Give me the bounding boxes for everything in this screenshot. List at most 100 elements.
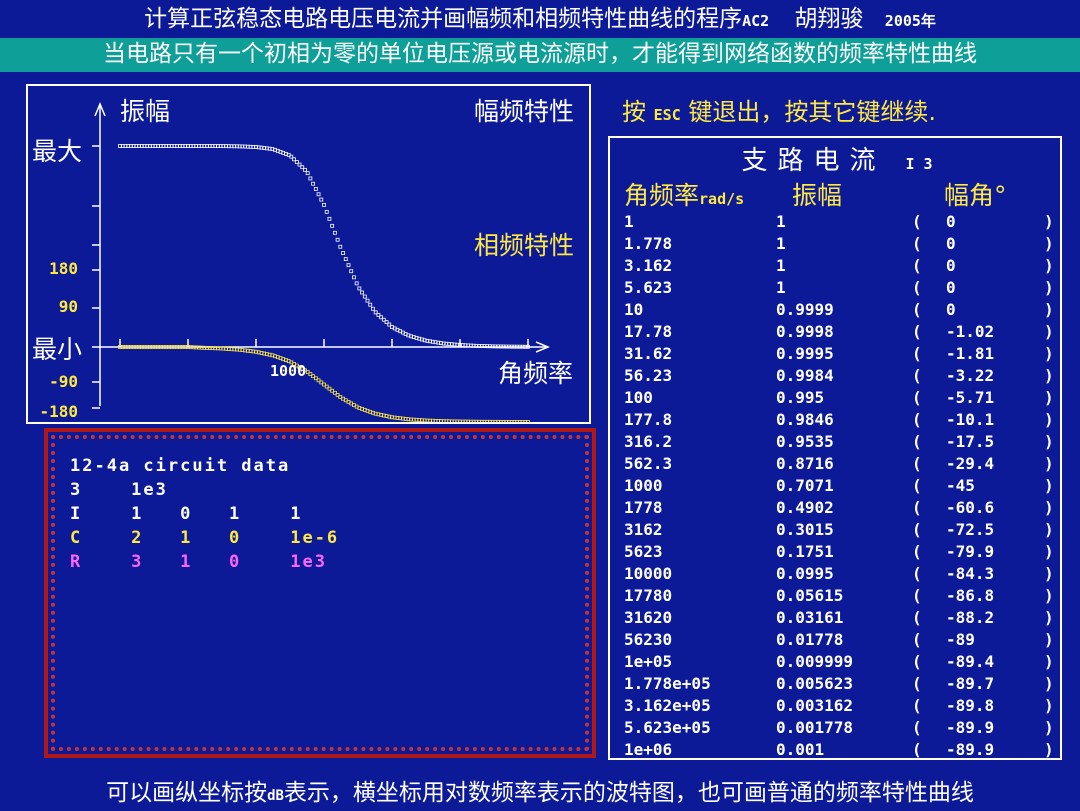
cell-magnitude: 0.9984: [776, 366, 834, 385]
table-row: 10000 0.0995 (-84.3): [610, 564, 1062, 586]
cell-frequency: 1778: [624, 498, 663, 517]
table-row: 5.623 1 (0): [610, 278, 1062, 300]
table-row: 56.23 0.9984 (-3.22): [610, 366, 1062, 388]
cell-paren-open: (: [912, 564, 922, 583]
cell-frequency: 17.78: [624, 322, 673, 341]
cell-magnitude: 0.3015: [776, 520, 834, 539]
cell-paren-close: ): [1044, 520, 1054, 539]
table-row: 1778 0.4902 (-60.6): [610, 498, 1062, 520]
cell-angle: -86.8: [946, 586, 995, 605]
title-year: 2005年: [884, 12, 936, 30]
amplitude-point: [319, 197, 324, 202]
footer-bar: 可以画纵坐标按dB表示，横坐标用对数频率表示的波特图，也可画普通的频率特性曲线: [0, 778, 1080, 810]
table-row: 56230 0.01778 (-89): [610, 630, 1062, 652]
amplitude-point: [332, 230, 337, 235]
circuit-data-box: 12-4a circuit data 3 1e3 I 1 0 1 1 C 2 1…: [44, 428, 596, 758]
cell-frequency: 5.623e+05: [624, 718, 711, 737]
cell-magnitude: 0.0995: [776, 564, 834, 583]
cell-magnitude: 0.9846: [776, 410, 834, 429]
amplitude-point: [349, 269, 354, 274]
cell-magnitude: 0.9999: [776, 300, 834, 319]
cell-paren-open: (: [912, 718, 922, 737]
cell-magnitude: 1: [776, 256, 786, 275]
cell-magnitude: 0.1751: [776, 542, 834, 561]
cell-angle: -1.02: [946, 322, 995, 341]
table-row: 17.78 0.9998 (-1.02): [610, 322, 1062, 344]
table-row: 316.2 0.9535 (-17.5): [610, 432, 1062, 454]
cell-magnitude: 1: [776, 212, 786, 231]
cell-paren-close: ): [1044, 234, 1054, 253]
table-row: 177.8 0.9846 (-10.1): [610, 410, 1062, 432]
cell-paren-open: (: [912, 476, 922, 495]
cell-frequency: 562.3: [624, 454, 673, 473]
circuit-line: 12-4a circuit data: [70, 456, 291, 476]
col-header-magnitude: 振幅: [792, 181, 843, 210]
cell-frequency: 17780: [624, 586, 673, 605]
cell-magnitude: 0.9995: [776, 344, 834, 363]
table-row: 1 1 (0): [610, 212, 1062, 234]
cell-angle: -84.3: [946, 564, 995, 583]
cell-paren-close: ): [1044, 256, 1054, 275]
footer-text-a: 可以画纵坐标按: [106, 780, 268, 806]
table-row: 31.62 0.9995 (-1.81): [610, 344, 1062, 366]
table-row: 1e+05 0.009999 (-89.4): [610, 652, 1062, 674]
cell-paren-close: ): [1044, 542, 1054, 561]
cell-paren-open: (: [912, 498, 922, 517]
cell-magnitude: 0.995: [776, 388, 825, 407]
cell-magnitude: 0.005623: [776, 674, 854, 693]
cell-paren-open: (: [912, 630, 922, 649]
table-row: 3.162e+05 0.003162 (-89.8): [610, 696, 1062, 718]
cell-angle: -89.4: [946, 652, 995, 671]
cell-frequency: 56230: [624, 630, 673, 649]
col-header-angle: 幅角°: [944, 181, 1007, 210]
cell-paren-open: (: [912, 278, 922, 297]
amplitude-point: [316, 192, 321, 197]
cell-angle: 0: [946, 300, 956, 319]
col-header-frequency: 角频率rad/s: [624, 176, 744, 212]
cell-magnitude: 0.9998: [776, 322, 834, 341]
cell-angle: -89.9: [946, 740, 995, 759]
cell-angle: -5.71: [946, 388, 995, 407]
table-row: 17780 0.05615 (-86.8): [610, 586, 1062, 608]
footer-db: dB: [267, 788, 284, 804]
cell-frequency: 1000: [624, 476, 663, 495]
cell-paren-open: (: [912, 410, 922, 429]
circuit-line: I 1 0 1 1: [70, 504, 303, 524]
table-row: 10 0.9999 (0): [610, 300, 1062, 322]
results-table: 支路电流 I 3 角频率rad/s 振幅 幅角° 1 1(0) 1.778 1(0) 3.…: [608, 136, 1062, 760]
col-freq-label: 角频率: [624, 181, 700, 210]
amplitude-point: [311, 181, 316, 186]
cell-angle: -3.22: [946, 366, 995, 385]
title-code: AC2: [742, 12, 770, 30]
y-axis-label: 振幅: [120, 97, 171, 126]
cell-angle: -1.81: [946, 344, 995, 363]
amplitude-title: 幅频特性: [474, 97, 575, 126]
table-row: 1000 0.7071 (-45): [610, 476, 1062, 498]
amplitude-point: [371, 306, 375, 311]
amplitude-point: [313, 187, 318, 191]
cell-magnitude: 1: [776, 234, 786, 253]
cell-angle: -89.7: [946, 674, 995, 693]
cell-magnitude: 0.001: [776, 740, 825, 759]
amplitude-point: [354, 281, 359, 286]
table-row: 100 0.995 (-5.71): [610, 388, 1062, 410]
table-row: 1.778 1 (0): [610, 234, 1062, 256]
cell-paren-close: ): [1044, 300, 1054, 319]
cell-frequency: 1.778e+05: [624, 674, 711, 693]
esc-key-label: ESC: [653, 106, 681, 124]
table-row: 5623 0.1751 (-79.9): [610, 542, 1062, 564]
cell-paren-open: (: [912, 696, 922, 715]
cell-magnitude: 0.05615: [776, 586, 844, 605]
x-axis-label: 角频率: [498, 359, 574, 388]
table-heading-text: 支路电流: [741, 146, 886, 176]
amplitude-point: [357, 286, 362, 291]
cell-angle: 0: [946, 256, 956, 275]
cell-frequency: 177.8: [624, 410, 673, 429]
table-heading-id: I 3: [905, 155, 933, 173]
cell-paren-open: (: [912, 344, 922, 363]
cell-frequency: 3.162: [624, 256, 673, 275]
cell-angle: -72.5: [946, 520, 995, 539]
table-row: 5.623e+05 0.001778 (-89.9): [610, 718, 1062, 740]
cell-paren-close: ): [1044, 432, 1054, 451]
cell-frequency: 3162: [624, 520, 663, 539]
